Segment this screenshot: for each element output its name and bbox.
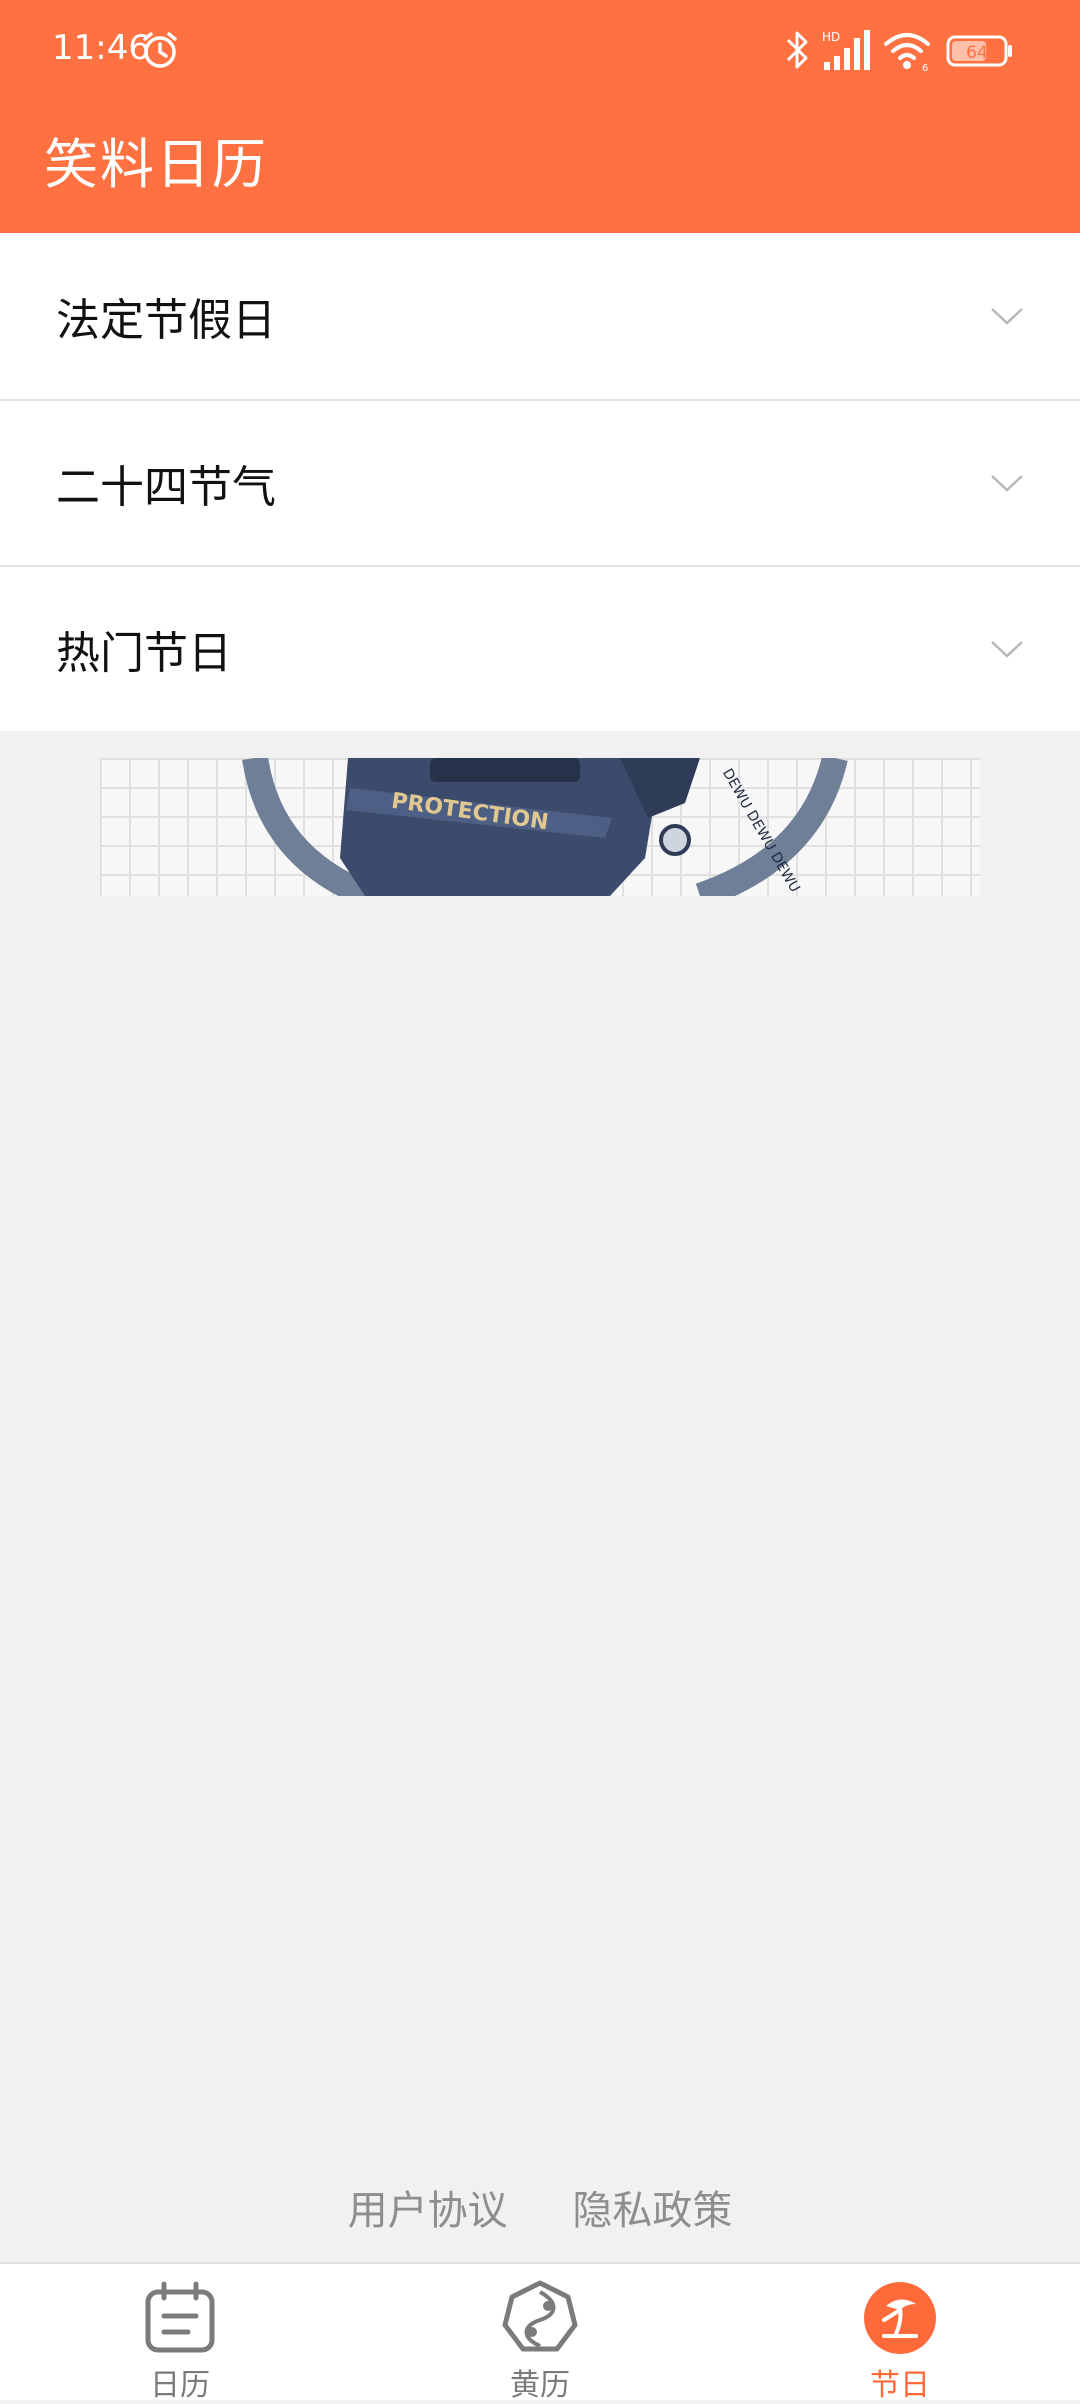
user-agreement-link[interactable]: 用户协议 [348, 2188, 508, 2234]
signal-icon: HD [822, 30, 870, 70]
privacy-policy-link[interactable]: 隐私政策 [572, 2188, 732, 2234]
battery-icon: 64 [946, 35, 1012, 67]
nav-label: 节日 [870, 2368, 930, 2403]
watch-ad-image: PROTECTION DEWU DEWU DEWU [242, 758, 848, 896]
list-item-label: 二十四节气 [56, 462, 276, 513]
nav-tab-almanac[interactable]: 黄历 [360, 2264, 720, 2403]
nav-tab-calendar[interactable]: 日历 [0, 2264, 360, 2403]
list-item-label: 热门节日 [56, 628, 232, 679]
chevron-down-icon [991, 475, 1023, 492]
status-bar: 11:46 HD 6 64 [0, 0, 1080, 100]
app-header: 11:46 HD 6 64 笑料日历 [0, 0, 1080, 233]
battery-level: 64 [966, 43, 988, 63]
nav-label: 日历 [150, 2368, 210, 2403]
chevron-down-icon [991, 641, 1023, 658]
bottom-nav: 日历 黄历 节日 [0, 2262, 1080, 2403]
chevron-down-icon [991, 308, 1023, 325]
footer-links: 用户协议 隐私政策 [0, 2178, 1080, 2236]
page-title: 笑料日历 [44, 133, 268, 196]
list-item-statutory-holidays[interactable]: 法定节假日 [0, 233, 1080, 399]
status-time: 11:46 [52, 28, 150, 68]
list-item-popular-festivals[interactable]: 热门节日 [0, 565, 1080, 731]
holiday-category-list: 法定节假日 二十四节气 热门节日 [0, 233, 1080, 731]
sim-slot-label: 6 [922, 63, 928, 72]
list-item-label: 法定节假日 [56, 295, 276, 346]
list-item-solar-terms[interactable]: 二十四节气 [0, 399, 1080, 565]
calendar-icon [145, 2281, 215, 2353]
beach-icon [864, 2282, 936, 2354]
ad-banner[interactable]: PROTECTION DEWU DEWU DEWU [100, 758, 980, 896]
alarm-icon [143, 32, 177, 68]
nav-tab-holidays[interactable]: 节日 [720, 2264, 1080, 2403]
yinyang-icon [502, 2280, 578, 2352]
network-type-label: HD [822, 30, 840, 44]
wifi-icon: 6 [884, 33, 930, 72]
bluetooth-icon [786, 31, 808, 69]
nav-label: 黄历 [510, 2368, 570, 2403]
